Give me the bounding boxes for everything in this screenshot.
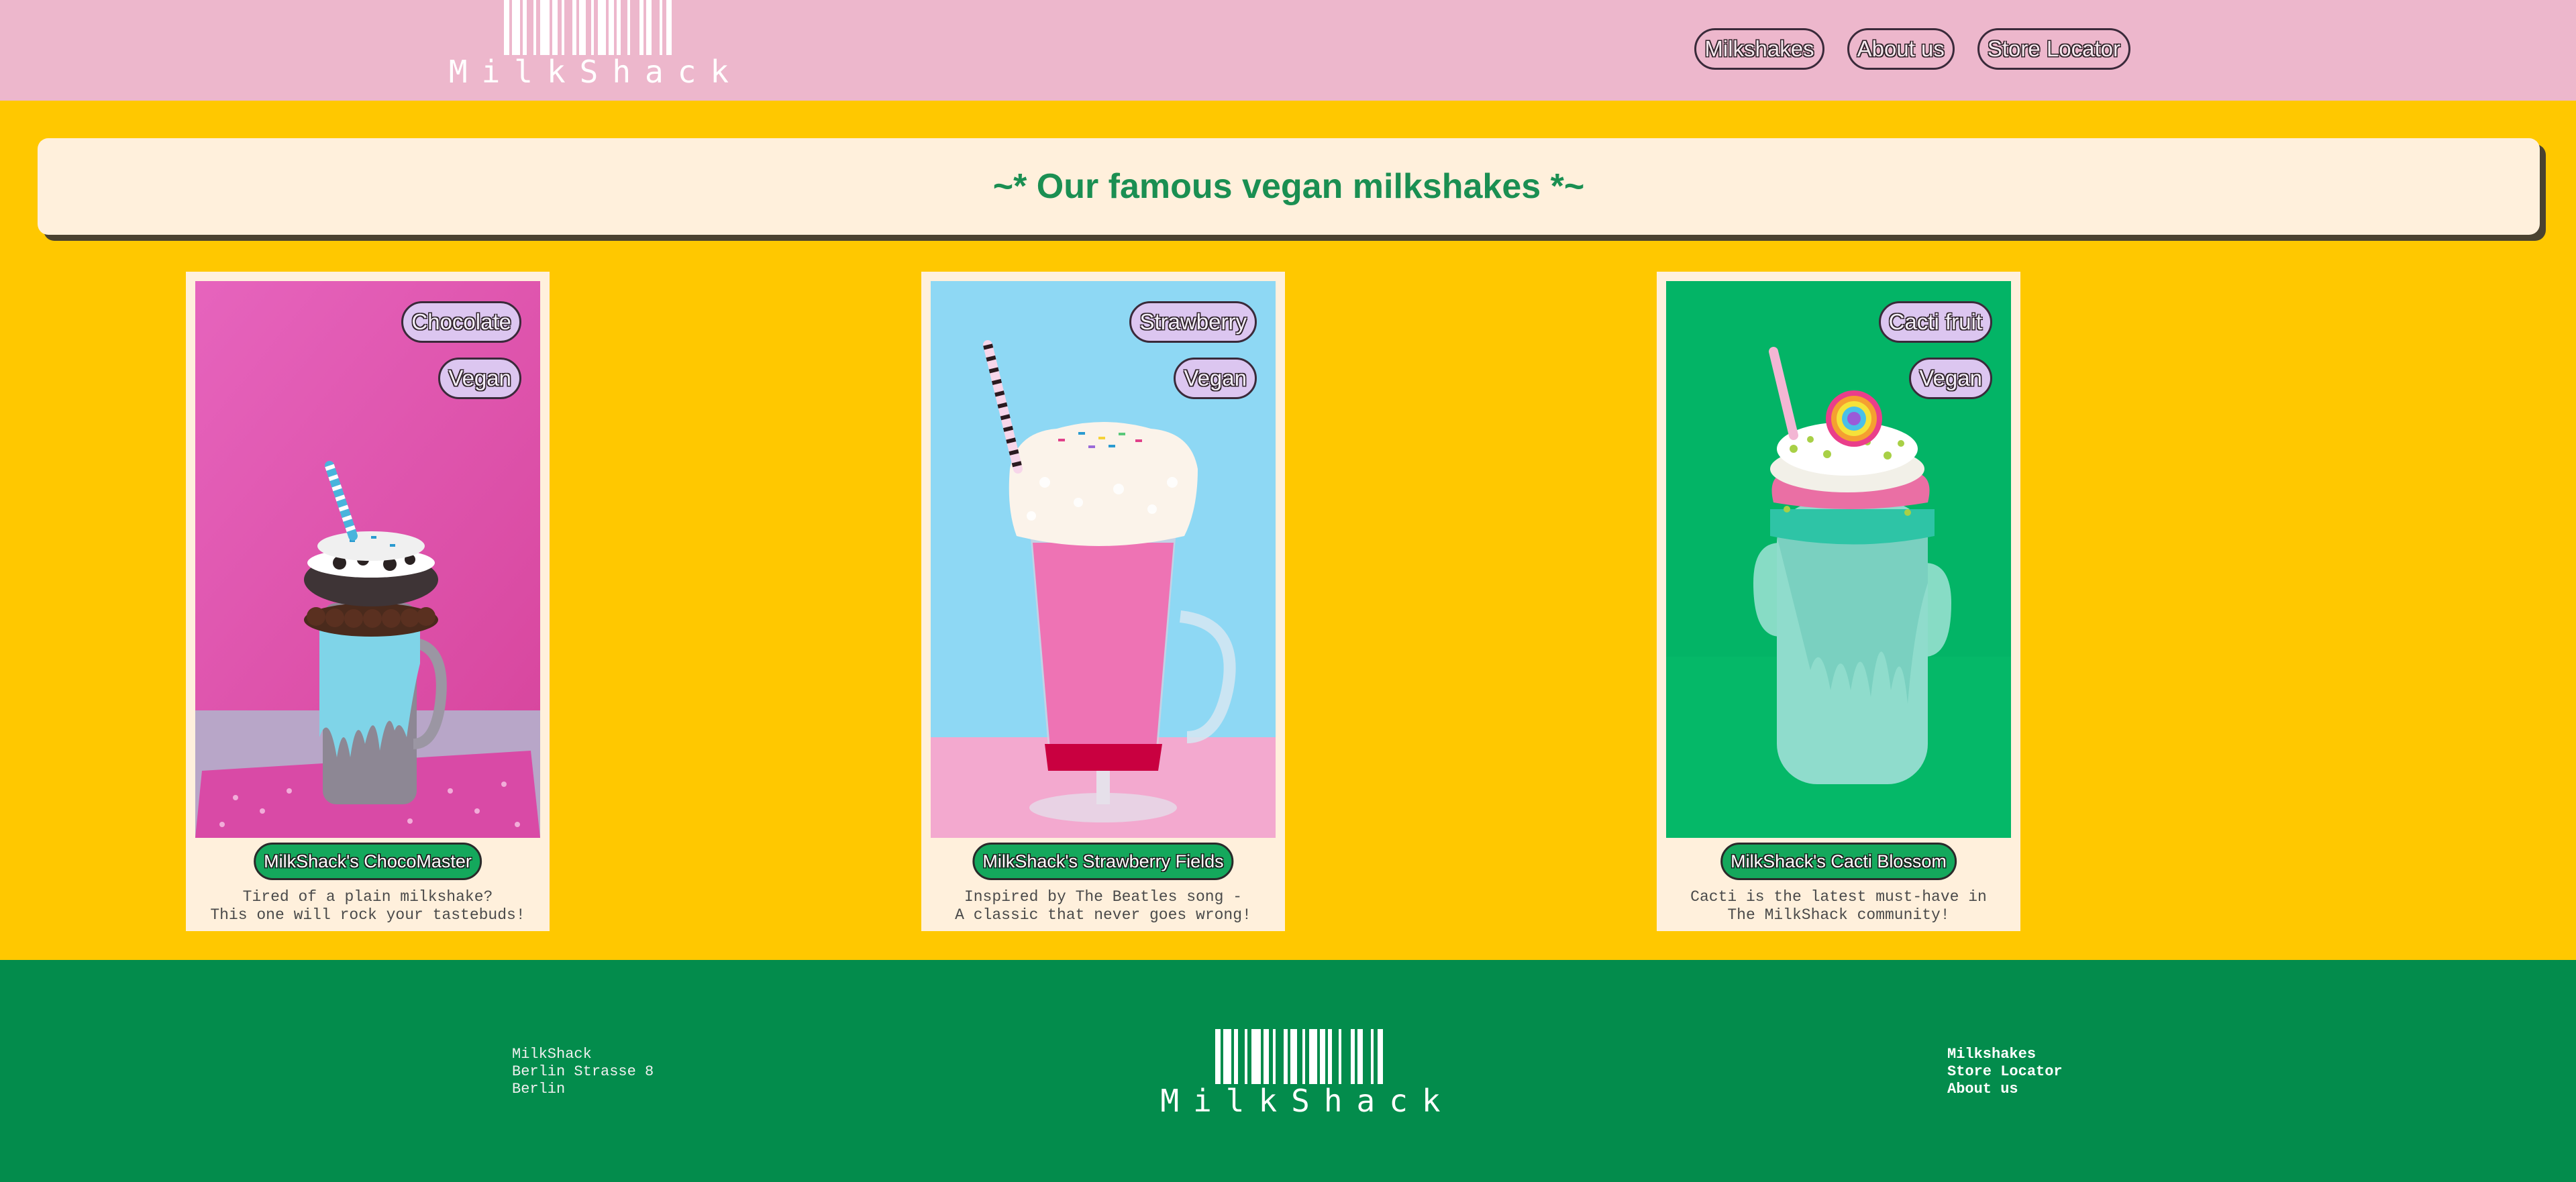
vegan-tag[interactable]: Vegan xyxy=(438,358,521,399)
product-description: Tired of a plain milkshake? This one wil… xyxy=(186,888,550,924)
product-name-button-cacti-blossom[interactable]: MilkShack's Cacti Blossom xyxy=(1720,843,1957,880)
product-name-button-chocomaster[interactable]: MilkShack's ChocoMaster xyxy=(254,843,482,880)
flavor-tag-chocolate[interactable]: Chocolate xyxy=(401,301,521,343)
barcode-logo-icon xyxy=(1215,1029,1386,1084)
product-name-button-strawberry-fields[interactable]: MilkShack's Strawberry Fields xyxy=(972,843,1234,880)
nav-about-us-button[interactable]: About us xyxy=(1847,28,1955,70)
footer-link-about-us[interactable]: About us xyxy=(1947,1081,2063,1098)
barcode-logo-icon xyxy=(503,0,674,55)
footer-link-store-locator[interactable]: Store Locator xyxy=(1947,1063,2063,1081)
description-line: Inspired by The Beatles song - xyxy=(964,888,1243,906)
strawberry-milkshake-image: Strawberry Vegan xyxy=(931,281,1276,838)
site-header: MilkShack Milkshakes About us Store Loca… xyxy=(0,0,2576,101)
page-title: ~* Our famous vegan milkshakes *~ xyxy=(992,167,1585,206)
page-banner: ~* Our famous vegan milkshakes *~ xyxy=(38,138,2540,235)
footer-address: MilkShack Berlin Strasse 8 Berlin xyxy=(512,1046,654,1098)
product-description: Cacti is the latest must-have in The Mil… xyxy=(1657,888,2020,924)
footer-logo-text: MilkShack xyxy=(1160,1083,1455,1119)
footer-link-milkshakes[interactable]: Milkshakes xyxy=(1947,1046,2063,1063)
product-card-cacti-blossom: Cacti fruit Vegan MilkShack's Cacti Blos… xyxy=(1657,272,2020,931)
description-line: The MilkShack community! xyxy=(1727,906,1950,924)
flavor-tag-cacti-fruit[interactable]: Cacti fruit xyxy=(1878,301,1992,343)
address-line: Berlin xyxy=(512,1081,566,1097)
footer-nav: Milkshakes Store Locator About us xyxy=(1947,1046,2063,1098)
product-description: Inspired by The Beatles song - A classic… xyxy=(921,888,1285,924)
description-line: This one will rock your tastebuds! xyxy=(210,906,525,924)
product-card-strawberry-fields: Strawberry Vegan MilkShack's Strawberry … xyxy=(921,272,1285,931)
nav-store-locator-button[interactable]: Store Locator xyxy=(1977,28,2130,70)
flavor-tag-strawberry[interactable]: Strawberry xyxy=(1129,301,1257,343)
description-line: Tired of a plain milkshake? xyxy=(242,888,493,906)
description-line: Cacti is the latest must-have in xyxy=(1690,888,1987,906)
footer-brand-logo[interactable]: MilkShack xyxy=(1160,1029,1441,1116)
vegan-tag[interactable]: Vegan xyxy=(1909,358,1992,399)
address-line: Berlin Strasse 8 xyxy=(512,1063,654,1080)
chocolate-milkshake-image: Chocolate Vegan xyxy=(195,281,540,838)
product-card-chocomaster: Chocolate Vegan MilkShack's ChocoMaster … xyxy=(186,272,550,931)
nav-milkshakes-button[interactable]: Milkshakes xyxy=(1694,28,1824,70)
site-footer: MilkShack Berlin Strasse 8 Berlin MilkSh… xyxy=(0,960,2576,1182)
brand-logo-text: MilkShack xyxy=(448,54,743,90)
address-line: MilkShack xyxy=(512,1046,592,1063)
vegan-tag[interactable]: Vegan xyxy=(1174,358,1257,399)
brand-logo[interactable]: MilkShack xyxy=(449,0,729,87)
main-nav: Milkshakes About us Store Locator xyxy=(1694,28,2130,70)
description-line: A classic that never goes wrong! xyxy=(955,906,1251,924)
cacti-milkshake-image: Cacti fruit Vegan xyxy=(1666,281,2011,838)
